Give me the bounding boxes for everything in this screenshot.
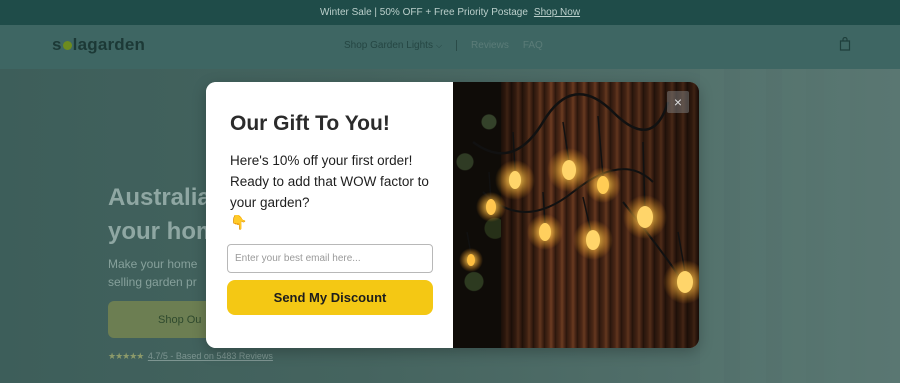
logo-text-end: lagarden [72,35,146,54]
nav-reviews[interactable]: Reviews [471,40,509,51]
nav-divider [456,40,458,51]
shopping-bag-icon[interactable] [839,37,851,51]
popup-image [453,82,699,348]
popup-title: Our Gift To You! [230,112,390,135]
fence-plank [782,69,806,383]
nav-faq[interactable]: FAQ [523,40,543,51]
hero-title: Australia your hom [108,184,218,245]
nav-shop-garden-lights[interactable]: Shop Garden Lights ⌵ [344,40,442,51]
main-nav: Shop Garden Lights ⌵ Reviews FAQ [344,40,557,51]
rating-text: 4.7/5 - Based on 5483 Reviews [147,351,273,361]
popup-text: Here's 10% off your first order! Ready t… [230,153,429,210]
close-icon: × [673,94,683,110]
sun-dot-icon [62,41,72,50]
chevron-down-icon: ⌵ [435,41,443,50]
shop-now-link[interactable]: Shop Now [534,7,580,18]
logo-text-start: s [52,35,62,54]
fence-plank [700,69,724,383]
send-discount-button[interactable]: Send My Discount [227,280,433,315]
fence-plank [866,69,890,383]
logo[interactable]: s lagarden [52,35,145,55]
string-lights-icon [459,92,699,304]
close-popup-button[interactable]: × [667,91,689,113]
hero-shop-button[interactable]: Shop Ou [108,301,218,338]
discount-popup: Our Gift To You! Here's 10% off your fir… [206,82,699,348]
pointing-down-icon: 👇 [230,214,248,230]
fence-plank [740,69,766,383]
star-rating-icon: ★★★★★ [108,351,144,361]
fence-plank [824,69,850,383]
popup-content: Our Gift To You! Here's 10% off your fir… [206,82,453,348]
email-field[interactable] [227,244,433,273]
hero-subtitle: Make your home selling garden pr [108,257,198,289]
site-header: s lagarden Shop Garden Lights ⌵ Reviews FA… [0,25,900,69]
announcement-text: Winter Sale | 50% OFF + Free Priority Po… [319,7,528,18]
announcement-bar: Winter Sale | 50% OFF + Free Priority Po… [0,0,900,25]
hero-rating[interactable]: ★★★★★ 4.7/5 - Based on 5483 Reviews [108,351,273,362]
